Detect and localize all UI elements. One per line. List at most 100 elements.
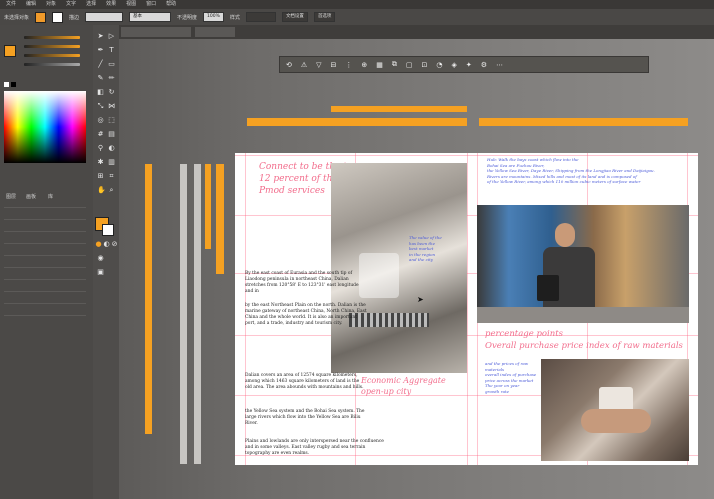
type-tool-icon[interactable]: T xyxy=(108,47,115,54)
pathfinder-icon[interactable]: ⊕ xyxy=(361,61,367,69)
layer-row[interactable] xyxy=(4,207,86,208)
layer-row[interactable] xyxy=(4,231,86,232)
gradient-tool-icon[interactable]: ▤ xyxy=(108,131,115,138)
none-swatch[interactable] xyxy=(4,82,9,87)
mesh-tool-icon[interactable]: # xyxy=(97,131,104,138)
man-coffee-photo xyxy=(477,205,689,323)
isolate-icon[interactable]: ◈ xyxy=(452,61,457,69)
body-paragraph: the Yellow Sea system and the Bohai Sea … xyxy=(245,409,365,426)
layer-row[interactable] xyxy=(4,267,86,268)
stroke-swatch[interactable] xyxy=(52,11,64,23)
more-icon[interactable]: ⋯ xyxy=(496,61,503,69)
color-mode-icon[interactable]: ● xyxy=(95,241,102,248)
fill-indicator[interactable] xyxy=(4,45,16,57)
menu-select[interactable]: 选择 xyxy=(86,0,96,9)
overlay-line: and the city xyxy=(409,257,434,263)
preferences-button[interactable]: 首选项 xyxy=(313,12,336,22)
selection-status: 未选择对象 xyxy=(4,14,30,21)
line-tool-icon[interactable]: ╱ xyxy=(97,61,104,68)
layer-row[interactable] xyxy=(4,255,86,256)
illustrator-window: 文件 编辑 对象 文字 选择 效果 视图 窗口 帮助 未选择对象 描边 基本 不… xyxy=(0,0,714,499)
layer-row[interactable] xyxy=(4,303,86,304)
group-icon[interactable]: ▢ xyxy=(406,61,413,69)
color-spectrum[interactable] xyxy=(4,91,86,163)
envelope-icon[interactable]: ▦ xyxy=(376,61,383,69)
graph-tool-icon[interactable]: ▥ xyxy=(108,159,115,166)
menu-edit[interactable]: 编辑 xyxy=(26,0,36,9)
body-paragraph: By the east coast of Eurasia and the sou… xyxy=(245,271,359,294)
eraser-tool-icon[interactable]: ◧ xyxy=(97,89,104,96)
layer-row[interactable] xyxy=(4,291,86,292)
menu-type[interactable]: 文字 xyxy=(66,0,76,9)
pencil-tool-icon[interactable]: ✏ xyxy=(108,75,115,82)
gray-bar-vertical xyxy=(194,164,201,464)
rectangle-tool-icon[interactable]: ▭ xyxy=(108,61,115,68)
layer-row[interactable] xyxy=(4,219,86,220)
artboards-tab[interactable]: 画板 xyxy=(26,193,36,200)
brush-dropdown[interactable]: 基本 xyxy=(129,12,172,22)
triangle-icon[interactable]: ▽ xyxy=(316,61,321,69)
stroke-label: 描边 xyxy=(69,14,80,21)
opacity-field[interactable]: 100% xyxy=(203,12,224,22)
libraries-tab[interactable]: 库 xyxy=(48,193,53,200)
recolor-icon[interactable]: ✦ xyxy=(466,61,472,69)
pen-tool-icon[interactable]: ✒ xyxy=(97,47,104,54)
brush-tool-icon[interactable]: ✎ xyxy=(97,75,104,82)
zoom-tool-icon[interactable]: ⌕ xyxy=(108,187,115,194)
lock-icon[interactable]: ⊡ xyxy=(422,61,428,69)
color-slider-1[interactable] xyxy=(24,36,80,39)
document-tab[interactable] xyxy=(195,27,235,37)
eyedropper-icon[interactable]: ⚲ xyxy=(97,145,104,152)
menu-effect[interactable]: 效果 xyxy=(106,0,116,9)
gradient-mode-icon[interactable]: ◐ xyxy=(103,241,110,248)
hide-icon[interactable]: ◔ xyxy=(436,61,442,69)
direct-selection-icon[interactable]: ▷ xyxy=(108,33,115,40)
stroke-dropdown[interactable] xyxy=(85,12,124,22)
width-tool-icon[interactable]: ⋈ xyxy=(108,103,115,110)
menu-file[interactable]: 文件 xyxy=(6,0,16,9)
selection-tool-icon[interactable]: ➤ xyxy=(97,33,104,40)
symbol-sprayer-icon[interactable]: ✱ xyxy=(97,159,104,166)
distribute-icon[interactable]: ⋮ xyxy=(345,61,352,69)
menu-window[interactable]: 窗口 xyxy=(146,0,156,9)
overall-heading: Overall purchase price index of raw mate… xyxy=(485,341,683,351)
head-shape xyxy=(555,223,575,247)
warning-icon[interactable]: ⚠ xyxy=(301,61,307,69)
none-mode-icon[interactable]: ⊘ xyxy=(111,241,118,248)
stroke-box[interactable] xyxy=(102,224,114,236)
document-tab[interactable] xyxy=(121,27,191,37)
hand-shape xyxy=(581,409,651,433)
artboard-tool-icon[interactable]: ⊞ xyxy=(97,173,104,180)
arrange-icon[interactable]: ⧉ xyxy=(392,60,397,69)
transform-icon[interactable]: ⟲ xyxy=(286,61,292,69)
layer-row[interactable] xyxy=(4,315,86,316)
hand-tool-icon[interactable]: ✋ xyxy=(97,187,106,194)
layers-tab[interactable]: 图层 xyxy=(6,193,16,200)
fill-swatch[interactable] xyxy=(35,11,47,23)
artboard[interactable]: Connect to be the top 12 percent of the … xyxy=(235,153,698,465)
perspective-icon[interactable]: ⬚ xyxy=(108,117,115,124)
style-dropdown[interactable] xyxy=(245,12,276,22)
overlay-blue-text: The value of the has been the best marke… xyxy=(409,235,465,263)
layer-row[interactable] xyxy=(4,243,86,244)
layer-row[interactable] xyxy=(4,279,86,280)
color-slider-3[interactable] xyxy=(24,54,80,57)
color-slider-2[interactable] xyxy=(24,45,80,48)
black-swatch[interactable] xyxy=(11,82,16,87)
scale-tool-icon[interactable]: ⤡ xyxy=(97,103,104,110)
rotate-tool-icon[interactable]: ↻ xyxy=(108,89,115,96)
doc-setup-button[interactable]: 文档设置 xyxy=(281,12,308,22)
menu-object[interactable]: 对象 xyxy=(46,0,56,9)
gear-icon[interactable]: ⚙ xyxy=(481,61,487,69)
menu-help[interactable]: 帮助 xyxy=(166,0,176,9)
align-icon[interactable]: ⊟ xyxy=(331,61,337,69)
screen-mode-icon[interactable]: ▣ xyxy=(97,269,104,276)
slice-tool-icon[interactable]: ⌗ xyxy=(108,173,115,180)
draw-mode-icon[interactable]: ◉ xyxy=(97,255,104,262)
menu-view[interactable]: 视图 xyxy=(126,0,136,9)
hands-mug-photo xyxy=(541,359,689,461)
shape-builder-icon[interactable]: ◎ xyxy=(97,117,104,124)
color-slider-4[interactable] xyxy=(24,63,80,66)
canvas-area[interactable]: ⟲ ⚠ ▽ ⊟ ⋮ ⊕ ▦ ⧉ ▢ ⊡ ◔ ◈ ✦ ⚙ ⋯ Connect to… xyxy=(119,39,714,499)
blend-tool-icon[interactable]: ◐ xyxy=(108,145,115,152)
